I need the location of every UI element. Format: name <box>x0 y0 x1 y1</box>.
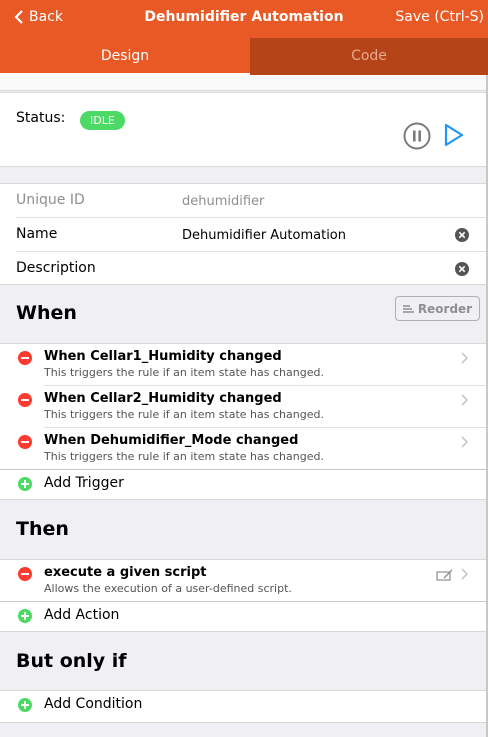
then-title: Then <box>16 518 69 540</box>
trigger-subtitle: This triggers the rule if an item state … <box>44 408 324 421</box>
add-action-label: Add Action <box>44 607 120 623</box>
add-condition-label: Add Condition <box>44 696 143 712</box>
actions-card: execute a given script Allows the execut… <box>0 559 486 632</box>
remove-icon[interactable] <box>18 435 32 449</box>
add-trigger-button[interactable]: Add Trigger <box>0 470 486 500</box>
add-trigger-label: Add Trigger <box>44 475 124 491</box>
uid-value: dehumidifier <box>182 194 265 209</box>
reorder-button[interactable]: Reorder <box>395 296 480 321</box>
add-condition-button[interactable]: Add Condition <box>0 691 486 721</box>
description-label: Description <box>16 260 96 276</box>
add-icon <box>18 477 32 491</box>
chevron-right-icon <box>461 352 468 364</box>
status-badge: IDLE <box>80 111 125 130</box>
action-item[interactable]: execute a given script Allows the execut… <box>0 560 486 602</box>
name-input[interactable]: Dehumidifier Automation <box>182 228 346 243</box>
add-icon <box>18 609 32 623</box>
chevron-right-icon <box>461 568 468 580</box>
tab-bar: Design Code <box>0 38 488 75</box>
description-row[interactable]: Description <box>0 252 486 286</box>
trigger-title: When Cellar2_Humidity changed <box>44 391 282 406</box>
details-card: Unique ID dehumidifier Name Dehumidifier… <box>0 183 486 285</box>
trigger-item[interactable]: When Cellar1_Humidity changed This trigg… <box>0 344 486 386</box>
reorder-icon <box>402 304 414 313</box>
pause-icon[interactable] <box>403 122 431 150</box>
tab-design[interactable]: Design <box>0 38 250 75</box>
chevron-right-icon <box>461 394 468 406</box>
name-label: Name <box>16 226 58 242</box>
add-icon <box>18 698 32 712</box>
uid-row: Unique ID dehumidifier <box>0 184 486 218</box>
conditions-card: Add Condition <box>0 690 486 723</box>
play-icon[interactable] <box>443 123 465 147</box>
remove-icon[interactable] <box>18 393 32 407</box>
add-action-button[interactable]: Add Action <box>0 602 486 632</box>
conditions-title: But only if <box>16 650 127 672</box>
trigger-item[interactable]: When Cellar2_Humidity changed This trigg… <box>0 386 486 428</box>
top-strip <box>0 75 486 91</box>
action-title: execute a given script <box>44 565 207 580</box>
trigger-subtitle: This triggers the rule if an item state … <box>44 366 324 379</box>
tab-code[interactable]: Code <box>250 38 488 75</box>
name-row[interactable]: Name Dehumidifier Automation <box>0 218 486 252</box>
when-title: When <box>16 302 77 324</box>
status-label: Status: <box>16 110 66 126</box>
action-subtitle: Allows the execution of a user-defined s… <box>44 582 292 595</box>
remove-icon[interactable] <box>18 567 32 581</box>
chevron-right-icon <box>461 436 468 448</box>
trigger-title: When Cellar1_Humidity changed <box>44 349 282 364</box>
trigger-subtitle: This triggers the rule if an item state … <box>44 450 324 463</box>
clear-icon[interactable] <box>455 228 469 242</box>
clear-icon[interactable] <box>455 262 469 276</box>
trigger-title: When Dehumidifier_Mode changed <box>44 433 299 448</box>
edit-script-icon[interactable] <box>436 569 454 581</box>
remove-icon[interactable] <box>18 351 32 365</box>
save-button[interactable]: Save (Ctrl-S) <box>395 9 484 25</box>
status-card: Status: IDLE <box>0 92 486 167</box>
trigger-item[interactable]: When Dehumidifier_Mode changed This trig… <box>0 428 486 470</box>
navbar: Back Dehumidifier Automation Save (Ctrl-… <box>0 0 488 38</box>
uid-label: Unique ID <box>16 192 85 208</box>
reorder-label: Reorder <box>417 301 473 316</box>
triggers-card: When Cellar1_Humidity changed This trigg… <box>0 343 486 500</box>
